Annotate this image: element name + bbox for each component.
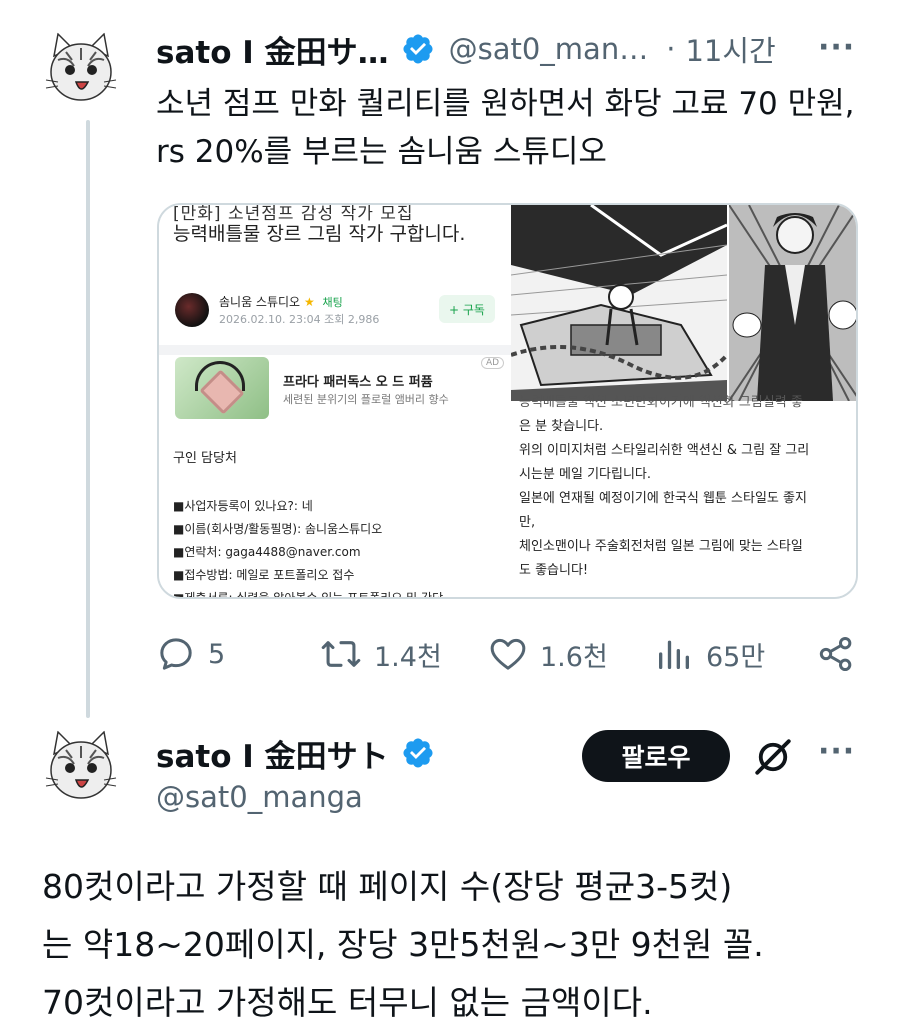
manga-sample-screenshot: 능력배틀물 액션 소년만화이기에 액션화 그림실력 좋 은 분 찾습니다. 위의… <box>511 205 856 597</box>
tweet2-header: sato I 金田サト <box>156 726 435 780</box>
retweet-count: 1.4천 <box>374 641 442 673</box>
views-bar-icon <box>659 640 689 669</box>
author-avatar[interactable] <box>38 724 124 810</box>
tweet-text: 80컷이라고 가정할 때 페이지 수(장당 평균3-5컷) 는 약18~20페이… <box>42 858 872 1032</box>
recruit-post-screenshot: [만화] 소년점프 감성 작가 모집 능력배틀물 장르 그림 작가 구합니다. … <box>159 205 511 599</box>
manga-panel-character <box>729 205 856 401</box>
tweet-text-line: 70컷이라고 가정해도 터무니 없는 금액이다. <box>42 983 653 1022</box>
ad-title: 프라다 패러독스 오 드 퍼퓸 <box>283 375 433 390</box>
subscribe-chip: + 구독 <box>439 295 495 323</box>
post-body-line: 은 분 찾습니다. <box>519 419 604 434</box>
thread-connector-line <box>86 120 90 718</box>
post-body-cut-line: 능력배틀물 액션 소년만화이기에 액션화 그림실력 좋 <box>519 395 803 410</box>
tweet-action-bar: 5 1.4천 1.6천 65만 <box>156 630 856 678</box>
author-handle[interactable]: @sat0_man… <box>449 32 649 66</box>
separator-dot: · <box>666 32 676 66</box>
cat-avatar-image <box>38 724 124 810</box>
more-dots-icon[interactable]: ··· <box>818 734 855 769</box>
tweet-time[interactable]: 11시간 <box>685 28 775 70</box>
share-button[interactable] <box>816 630 856 678</box>
post-body-line: 체인소맨이나 주술회전처럼 일본 그림에 맞는 스타일 <box>519 539 803 554</box>
post-body-line: 도 좋습니다! <box>519 563 589 578</box>
post-body-line: 일본에 연재될 예정이기에 한국식 웹툰 스타일도 좋지 <box>519 491 807 506</box>
reply-button[interactable]: 5 <box>156 630 225 678</box>
manga-panel-action <box>511 205 727 401</box>
author-avatar[interactable] <box>38 26 124 112</box>
retweet-icon <box>321 641 361 667</box>
cat-avatar-image <box>38 26 124 112</box>
verified-badge-icon <box>403 34 433 64</box>
post-body-line: 만, <box>519 515 536 530</box>
recruit-row: ■사업자등록이 있나요?: 네 <box>173 499 313 513</box>
retweet-button[interactable]: 1.4천 <box>320 630 442 678</box>
chat-badge: 채팅 <box>322 296 343 309</box>
ad-tag: AD <box>481 357 505 369</box>
star-icon: ★ <box>303 295 315 309</box>
tweet-text-line: 는 약18~20페이지, 장당 3만5천원~3만 9천원 꼴. <box>42 925 764 964</box>
like-count: 1.6천 <box>540 641 608 673</box>
reply-icon <box>160 638 192 670</box>
tweet-text: 소년 점프 만화 퀄리티를 원하면서 화당 고료 70 만원, rs 20%를 … <box>156 86 855 170</box>
recruit-list: ■사업자등록이 있나요?: 네 ■이름(회사명/활동필명): 솜니움스튜디오 ■… <box>173 495 444 599</box>
heart-icon <box>490 638 526 670</box>
tweet1-header: sato I 金田サ… @sat0_man… · 11시간 <box>156 22 776 76</box>
author-name[interactable]: sato I 金田サ… <box>156 27 389 72</box>
follow-button[interactable]: 팔로우 <box>582 730 730 782</box>
author-name[interactable]: sato I 金田サト <box>156 731 389 776</box>
views-count: 65만 <box>706 641 766 673</box>
reply-count: 5 <box>208 638 226 670</box>
post-body-line: 시는분 메일 기다립니다. <box>519 467 651 482</box>
recruit-row: ■연락처: gaga4488@naver.com <box>173 545 361 559</box>
verified-badge-icon <box>403 738 433 768</box>
recruit-row: ■접수방법: 메일로 포트폴리오 접수 <box>173 568 355 582</box>
more-dots-icon[interactable]: ··· <box>818 30 855 65</box>
post-meta: 2026.02.10. 23:04 조회 2,986 <box>219 313 380 326</box>
divider-band <box>159 345 511 355</box>
tweet-text-line: 80컷이라고 가정할 때 페이지 수(장당 평균3-5컷) <box>42 867 733 906</box>
studio-name-row: 솜니움 스튜디오 ★ 채팅 <box>219 293 343 310</box>
author-handle[interactable]: @sat0_manga <box>156 780 363 814</box>
recruit-title: 구인 담당처 <box>173 451 237 466</box>
post-title: 능력배틀물 장르 그림 작가 구합니다. <box>173 223 466 245</box>
studio-name: 솜니움 스튜디오 <box>219 295 301 309</box>
share-icon <box>819 637 852 671</box>
recruit-row: ■제출서류: 실력을 알아볼수 있는 포트폴리오 및 간단 <box>173 591 444 599</box>
ad-product-image <box>175 357 269 419</box>
post-body-line: 위의 이미지처럼 스타일리쉬한 액션신 & 그림 잘 그리 <box>519 443 810 458</box>
recruit-row: ■이름(회사명/활동필명): 솜니움스튜디오 <box>173 522 383 536</box>
ad-subtitle: 세련된 분위기의 플로럴 앰버리 향수 <box>283 393 449 406</box>
post-body-text: 능력배틀물 액션 소년만화이기에 액션화 그림실력 좋 은 분 찾습니다. 위의… <box>519 395 854 583</box>
tweet-media-image[interactable]: [만화] 소년점프 감성 작가 모집 능력배틀물 장르 그림 작가 구합니다. … <box>157 203 858 599</box>
grok-icon[interactable] <box>752 736 794 778</box>
like-button[interactable]: 1.6천 <box>488 630 608 678</box>
views-button[interactable]: 65만 <box>654 630 765 678</box>
studio-avatar <box>175 293 209 327</box>
